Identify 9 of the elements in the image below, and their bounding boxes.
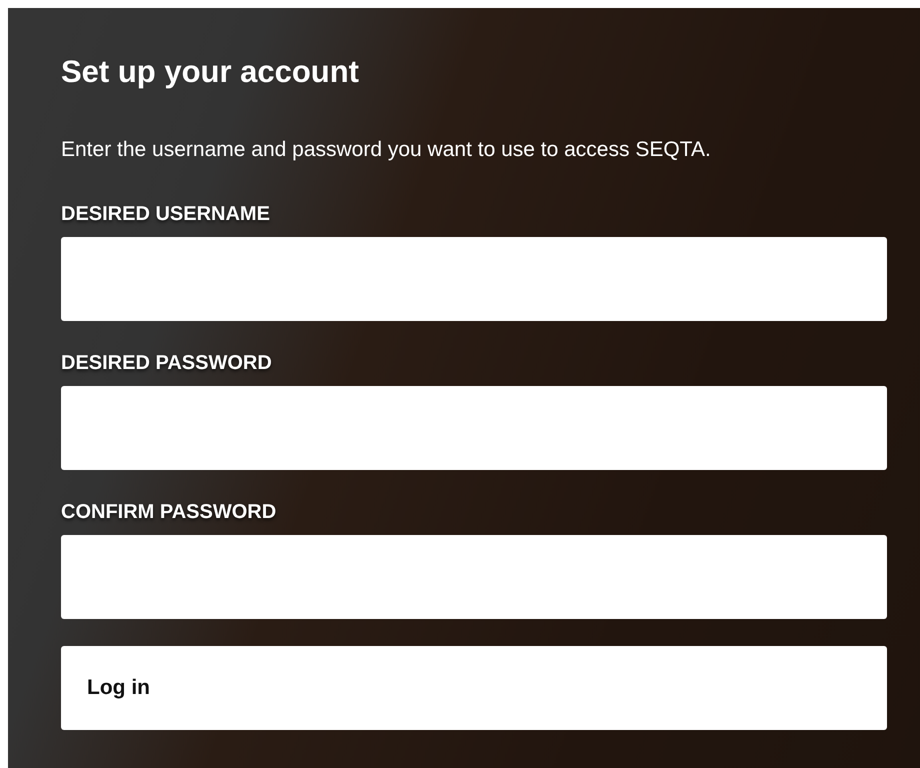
field-label: DESIRED PASSWORD xyxy=(61,351,272,376)
page-title: Set up your account xyxy=(61,53,360,91)
field-label: CONFIRM PASSWORD xyxy=(61,500,276,525)
field-label: DESIRED USERNAME xyxy=(61,202,270,227)
input-field[interactable] xyxy=(61,237,887,321)
intro-text: Enter the username and password you want to use to access SEQTA. xyxy=(61,137,712,163)
input-field[interactable] xyxy=(61,535,887,619)
login-button[interactable]: Log in xyxy=(61,646,887,730)
input-field[interactable] xyxy=(61,386,887,470)
